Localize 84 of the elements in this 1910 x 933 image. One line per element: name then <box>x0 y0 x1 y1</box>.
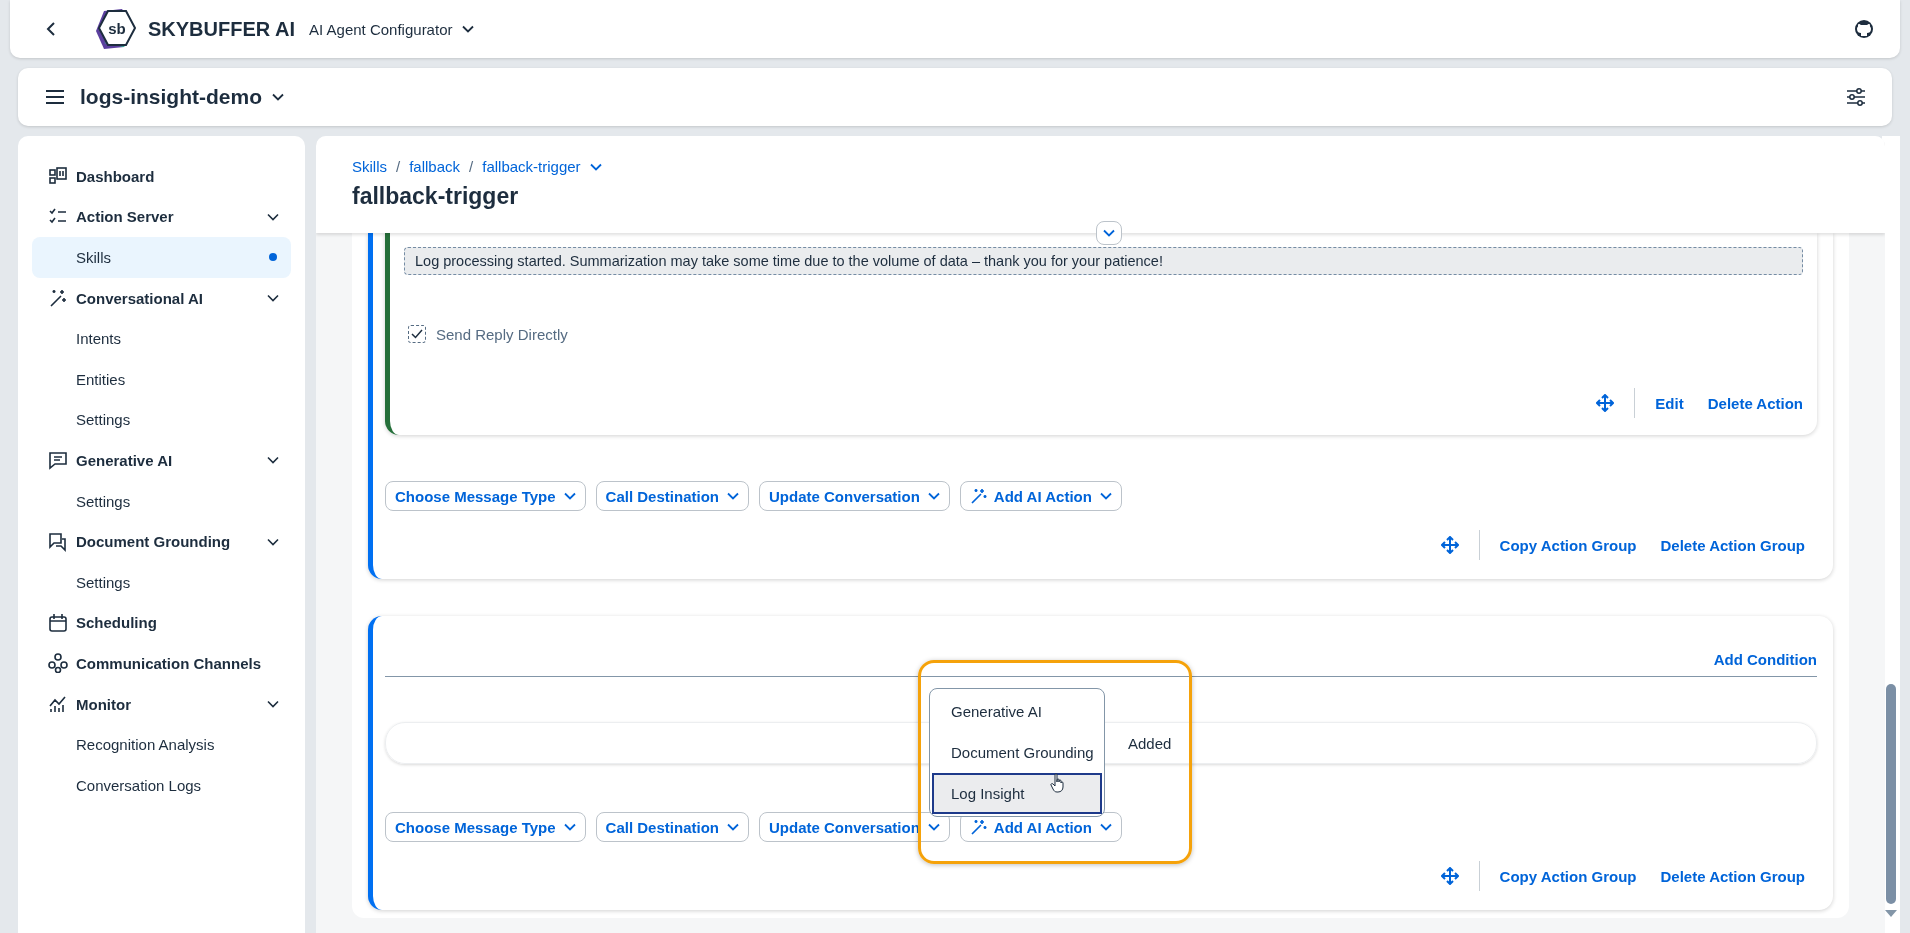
chevron-down-icon <box>272 93 284 101</box>
brand-name: SKYBUFFER AI <box>148 17 296 41</box>
add-action-dropdown[interactable]: Choose Message Type <box>385 812 586 842</box>
move-icon[interactable] <box>1440 867 1459 885</box>
breadcrumb-separator: / <box>469 158 474 175</box>
chart-icon <box>48 694 68 714</box>
chevron-down-icon <box>1099 492 1112 500</box>
settings-icon[interactable] <box>1846 87 1866 107</box>
menu-item[interactable]: Generative AI <box>932 691 1102 732</box>
checkbox[interactable] <box>408 325 426 343</box>
chevron-down-icon <box>563 823 576 831</box>
menu-item[interactable]: Document Grounding <box>932 732 1102 773</box>
hand-cursor-icon <box>1050 773 1066 793</box>
sidebar-section[interactable]: Monitor <box>32 683 291 725</box>
add-condition-link[interactable]: Add Condition <box>1713 651 1817 668</box>
sidebar-section[interactable]: Communication Channels <box>32 643 291 684</box>
sidebar-item[interactable]: Conversation Logs <box>32 764 291 806</box>
add-action-dropdown[interactable]: Add AI Action <box>959 481 1122 511</box>
menu-icon[interactable] <box>46 90 64 104</box>
page-title: fallback-trigger <box>352 183 520 210</box>
sidebar-section[interactable]: Scheduling <box>32 602 291 644</box>
chevron-down-icon <box>462 25 475 33</box>
magic-wand-icon <box>48 288 68 309</box>
chevron-down-icon <box>726 823 739 831</box>
action-group-link[interactable]: Copy Action Group <box>1499 867 1637 885</box>
chevron-down-icon <box>726 492 739 500</box>
sidebar-item[interactable]: Settings <box>32 480 291 522</box>
action-group-link[interactable]: Delete Action Group <box>1660 867 1805 885</box>
sidebar-item[interactable]: Skills <box>32 237 291 278</box>
collapse-header-button[interactable] <box>1096 221 1122 245</box>
chevron-down-icon <box>927 492 940 500</box>
selected-dot <box>269 253 277 262</box>
action-link[interactable]: Edit <box>1655 394 1684 412</box>
scroll-down-icon[interactable] <box>1885 910 1897 918</box>
breadcrumb-link[interactable]: Skills <box>352 158 387 175</box>
chevron-down-icon <box>589 162 602 171</box>
github-icon[interactable] <box>1854 19 1874 39</box>
add-action-dropdown[interactable]: Choose Message Type <box>385 481 586 511</box>
app-selector[interactable]: AI Agent Configurator <box>309 20 475 38</box>
add-action-dropdown[interactable]: Call Destination <box>595 812 749 842</box>
breadcrumb-link[interactable]: fallback-trigger <box>482 158 581 175</box>
add-action-dropdown[interactable]: Call Destination <box>595 481 749 511</box>
sidebar-section[interactable]: Document Grounding <box>32 521 291 562</box>
hexagon-logo: sb <box>94 7 136 51</box>
sidebar-section[interactable]: Dashboard <box>32 156 291 197</box>
dashboard-icon <box>48 166 68 187</box>
chat-icon <box>48 450 68 471</box>
back-icon[interactable] <box>46 21 56 37</box>
chevron-down-icon <box>563 492 576 500</box>
chevron-down-icon[interactable] <box>267 456 279 465</box>
action-group-link[interactable]: Delete Action Group <box>1660 536 1805 554</box>
chevron-down-icon <box>927 823 940 831</box>
sidebar-item[interactable]: Settings <box>32 399 291 441</box>
sidebar-section[interactable]: Generative AI <box>32 440 291 481</box>
chevron-down-icon[interactable] <box>267 294 279 303</box>
sidebar-section[interactable]: Conversational AI <box>32 277 291 319</box>
chat-bubbles-icon <box>48 531 68 552</box>
move-icon[interactable] <box>1596 394 1615 412</box>
sidebar-item[interactable]: Intents <box>32 318 291 359</box>
chevron-down-icon <box>1099 823 1112 831</box>
workspace-selector[interactable]: logs-insight-demo <box>80 85 284 109</box>
chevron-down-icon[interactable] <box>267 537 279 546</box>
magic-wand-icon <box>969 487 988 505</box>
sidebar-section[interactable]: Action Server <box>32 196 291 238</box>
breadcrumb-link[interactable]: fallback <box>409 158 461 175</box>
chevron-down-icon[interactable] <box>267 212 279 221</box>
action-group-link[interactable]: Copy Action Group <box>1499 536 1637 554</box>
magic-wand-icon <box>969 818 988 836</box>
calendar-icon <box>48 612 68 633</box>
add-action-dropdown[interactable]: Update Conversation <box>758 481 950 511</box>
sidebar-item[interactable]: Recognition Analysis <box>32 724 291 765</box>
breadcrumb-separator: / <box>396 158 401 175</box>
action-link[interactable]: Delete Action <box>1707 394 1803 412</box>
menu-item[interactable]: Log Insight <box>932 773 1102 814</box>
sidebar-item[interactable]: Entities <box>32 358 291 400</box>
chevron-down-icon[interactable] <box>267 700 279 708</box>
scrollbar-thumb[interactable] <box>1886 684 1896 904</box>
network-icon <box>48 653 68 674</box>
chevron-down-icon <box>1103 229 1115 237</box>
message-text: Log processing started. Summarization may take some time due to the volume of data – thank you for your patience! <box>404 247 1803 275</box>
move-icon[interactable] <box>1440 536 1459 554</box>
add-action-dropdown[interactable]: Update Conversation <box>758 812 950 842</box>
sidebar-item[interactable]: Settings <box>32 561 291 603</box>
checkbox-label: Send Reply Directly <box>436 325 568 343</box>
